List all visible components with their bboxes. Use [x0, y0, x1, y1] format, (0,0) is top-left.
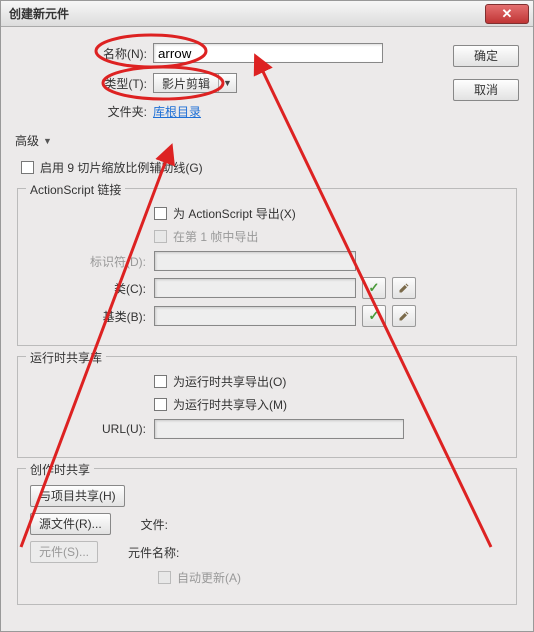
chevron-down-icon: ▼	[218, 74, 236, 92]
class-label: 类(C):	[26, 280, 154, 297]
dialog-window: 创建新元件 ✕ 确定 取消 名称(N): 类型(T): 影片剪辑 ▼ 文件夹: …	[0, 0, 534, 632]
export-runtime-checkbox[interactable]	[154, 375, 167, 388]
url-label: URL(U):	[26, 422, 154, 436]
dialog-content: 确定 取消 名称(N): 类型(T): 影片剪辑 ▼ 文件夹: 库根目录 高级 …	[1, 27, 533, 631]
export-frame1-label: 在第 1 帧中导出	[173, 228, 258, 245]
symbol-button: 元件(S)...	[30, 541, 98, 563]
class-input	[154, 278, 356, 298]
folder-label: 文件夹:	[11, 103, 153, 120]
auto-update-checkbox	[158, 571, 171, 584]
identifier-input	[154, 251, 356, 271]
runtime-shared-fieldset: 运行时共享库 为运行时共享导出(O) 为运行时共享导入(M) URL(U):	[17, 356, 517, 458]
ok-button[interactable]: 确定	[453, 45, 519, 67]
type-select[interactable]: 影片剪辑 ▼	[153, 73, 237, 93]
pencil-icon	[398, 282, 410, 294]
runtime-shared-legend: 运行时共享库	[26, 349, 106, 366]
enable-9slice-label: 启用 9 切片缩放比例辅助线(G)	[40, 159, 203, 176]
side-buttons: 确定 取消	[453, 45, 519, 101]
folder-link[interactable]: 库根目录	[153, 103, 201, 120]
name-row: 名称(N):	[11, 43, 523, 63]
identifier-label: 标识符(D):	[26, 253, 154, 270]
advanced-label: 高级	[15, 132, 39, 149]
export-as-checkbox[interactable]	[154, 207, 167, 220]
class-edit-button[interactable]	[392, 277, 416, 299]
import-runtime-checkbox[interactable]	[154, 398, 167, 411]
close-button[interactable]: ✕	[485, 4, 529, 24]
export-runtime-label: 为运行时共享导出(O)	[173, 373, 286, 390]
baseclass-edit-button[interactable]	[392, 305, 416, 327]
auto-update-label: 自动更新(A)	[177, 569, 241, 586]
chevron-down-icon: ▼	[43, 136, 52, 146]
type-select-text: 影片剪辑	[154, 75, 218, 92]
export-as-label: 为 ActionScript 导出(X)	[173, 205, 296, 222]
type-row: 类型(T): 影片剪辑 ▼	[11, 73, 523, 93]
url-input	[154, 419, 404, 439]
base-class-label: 基类(B):	[26, 308, 154, 325]
symbol-name-label: 元件名称:	[128, 544, 179, 561]
export-frame1-checkbox	[154, 230, 167, 243]
cancel-button[interactable]: 取消	[453, 79, 519, 101]
class-validate-button[interactable]: ✓	[362, 277, 386, 299]
enable-9slice-checkbox[interactable]	[21, 161, 34, 174]
name-input[interactable]	[153, 43, 383, 63]
advanced-toggle[interactable]: 高级 ▼	[15, 132, 523, 149]
file-label: 文件:	[141, 516, 168, 533]
pencil-icon	[398, 310, 410, 322]
baseclass-validate-button[interactable]: ✓	[362, 305, 386, 327]
as-linkage-legend: ActionScript 链接	[26, 181, 125, 198]
source-file-button[interactable]: 源文件(R)...	[30, 513, 111, 535]
check-icon: ✓	[369, 308, 380, 324]
share-with-project-button[interactable]: 与项目共享(H)	[30, 485, 125, 507]
authoring-shared-fieldset: 创作时共享 与项目共享(H) 源文件(R)... 文件: 元件(S)... 元件…	[17, 468, 517, 605]
enable-9slice-row: 启用 9 切片缩放比例辅助线(G)	[21, 159, 523, 176]
as-linkage-fieldset: ActionScript 链接 为 ActionScript 导出(X) 在第 …	[17, 188, 517, 346]
name-label: 名称(N):	[11, 45, 153, 62]
titlebar: 创建新元件 ✕	[1, 1, 533, 27]
base-class-input	[154, 306, 356, 326]
authoring-shared-legend: 创作时共享	[26, 461, 94, 478]
check-icon: ✓	[369, 280, 380, 296]
import-runtime-label: 为运行时共享导入(M)	[173, 396, 287, 413]
window-title: 创建新元件	[9, 5, 69, 22]
type-label: 类型(T):	[11, 75, 153, 92]
folder-row: 文件夹: 库根目录	[11, 103, 523, 120]
